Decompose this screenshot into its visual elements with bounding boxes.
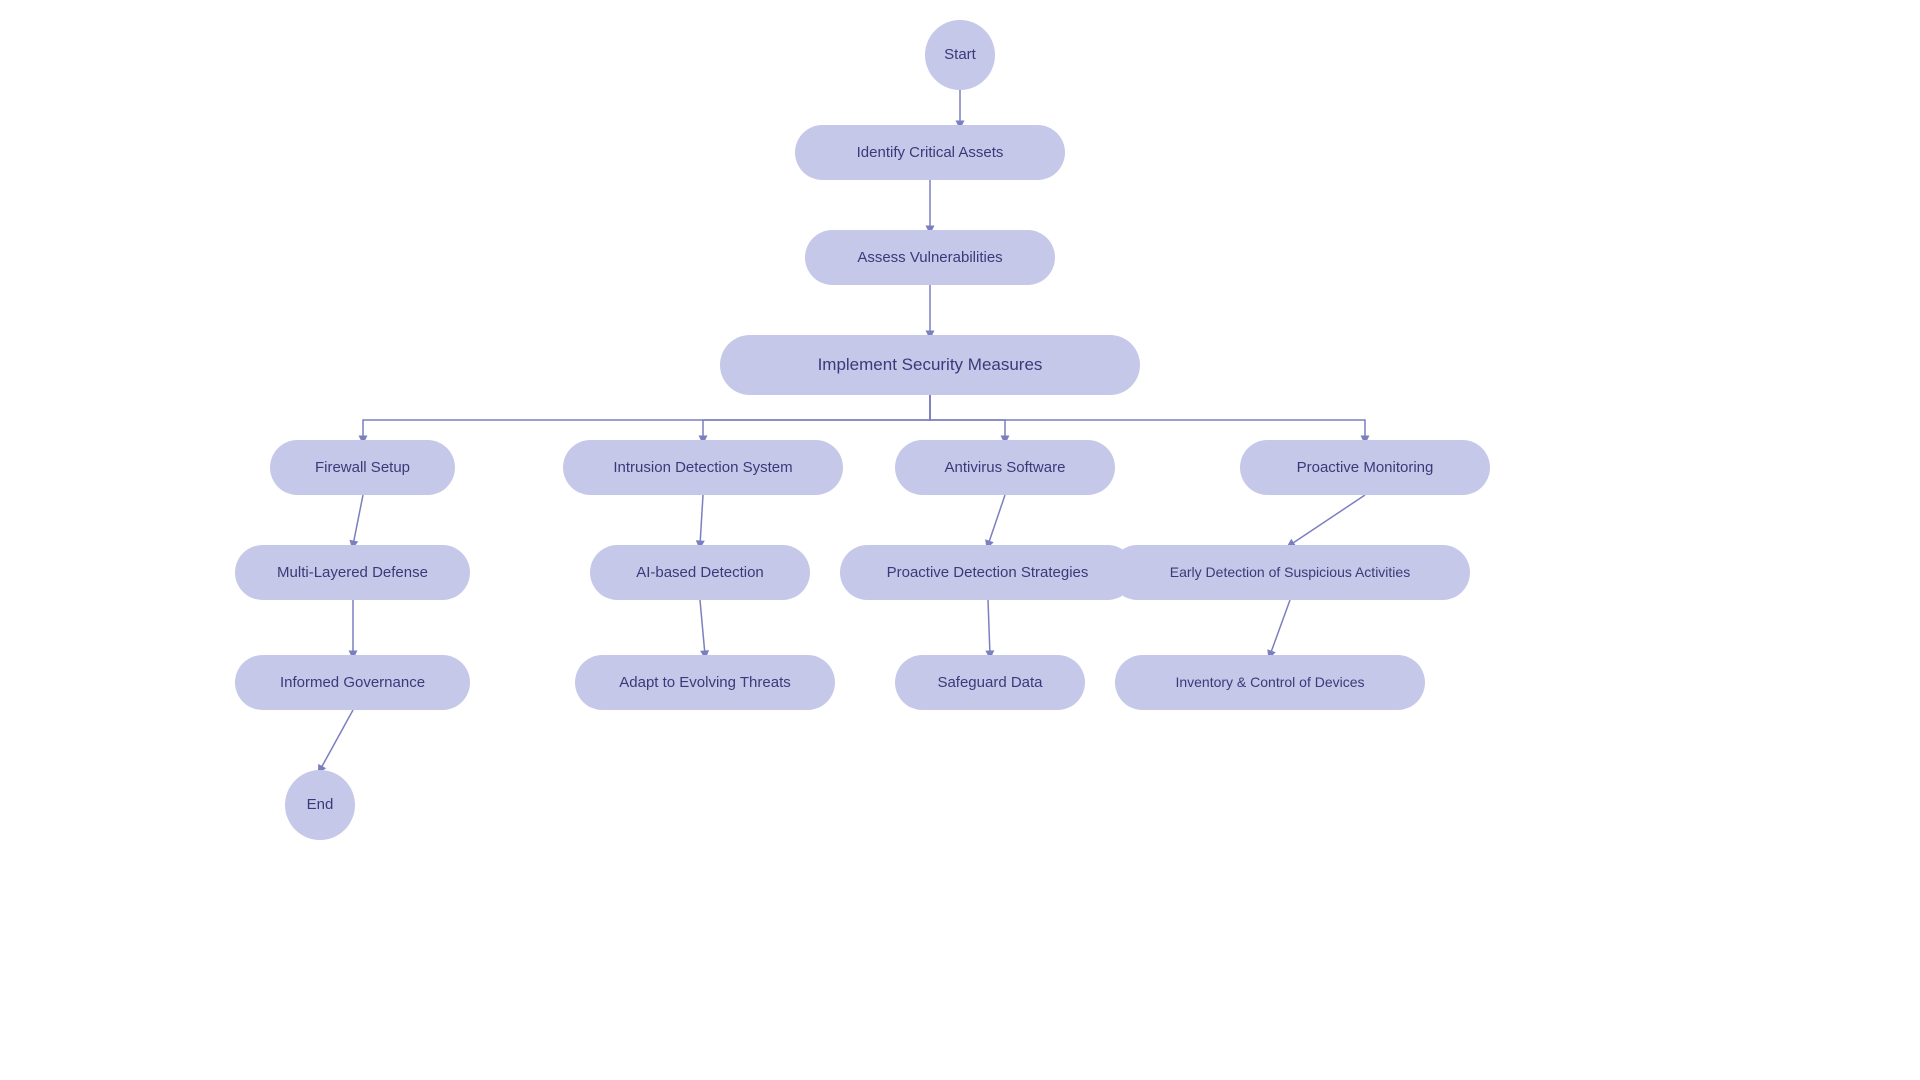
safeguard-node: Safeguard Data — [895, 655, 1085, 710]
implement-node: Implement Security Measures — [720, 335, 1140, 395]
identify-node: Identify Critical Assets — [795, 125, 1065, 180]
multilayer-node: Multi-Layered Defense — [235, 545, 470, 600]
proactive-node: Proactive Monitoring — [1240, 440, 1490, 495]
antivirus-node: Antivirus Software — [895, 440, 1115, 495]
adapt-node: Adapt to Evolving Threats — [575, 655, 835, 710]
firewall-node: Firewall Setup — [270, 440, 455, 495]
start-node: Start — [925, 20, 995, 90]
early-det-node: Early Detection of Suspicious Activities — [1110, 545, 1470, 600]
assess-node: Assess Vulnerabilities — [805, 230, 1055, 285]
proactive-det-node: Proactive Detection Strategies — [840, 545, 1135, 600]
flowchart-diagram: Start Identify Critical Assets Assess Vu… — [0, 0, 1920, 1080]
ids-node: Intrusion Detection System — [563, 440, 843, 495]
informed-node: Informed Governance — [235, 655, 470, 710]
aibased-node: AI-based Detection — [590, 545, 810, 600]
inventory-node: Inventory & Control of Devices — [1115, 655, 1425, 710]
end-node: End — [285, 770, 355, 840]
